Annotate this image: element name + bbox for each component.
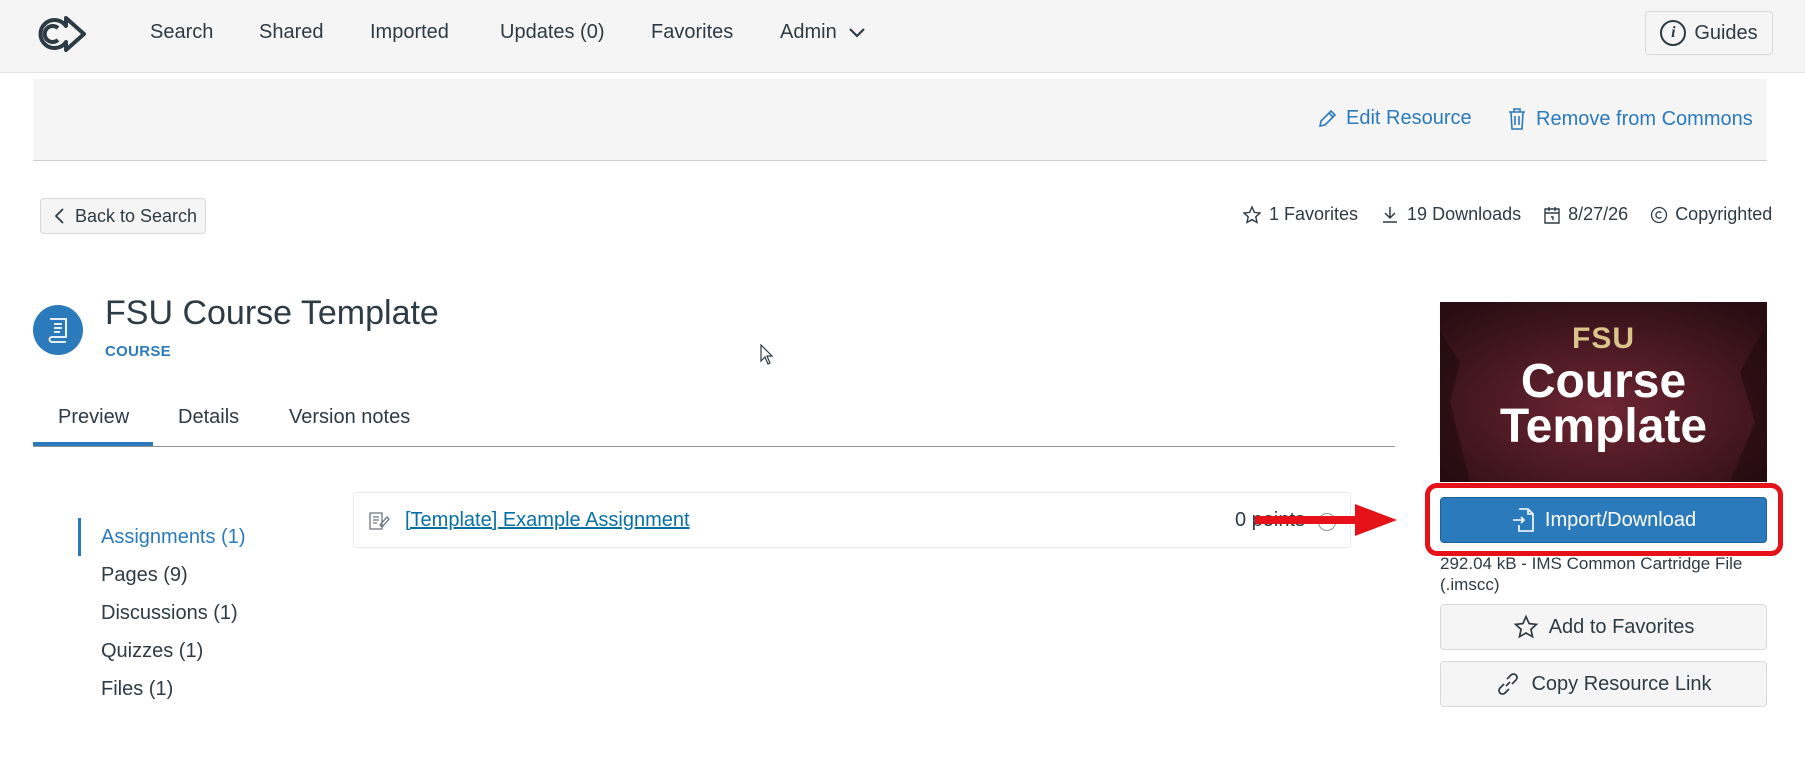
back-to-search-button[interactable]: Back to Search <box>40 198 206 234</box>
top-nav: Search Shared Imported Updates (0) Favor… <box>0 0 1805 73</box>
active-tab-indicator <box>33 442 153 446</box>
resource-type-label: COURSE <box>105 343 171 360</box>
page-title: FSU Course Template <box>105 294 439 332</box>
import-download-label: Import/Download <box>1544 508 1697 531</box>
nav-updates[interactable]: Updates (0) <box>500 20 605 44</box>
nav-shared[interactable]: Shared <box>259 20 324 44</box>
favorites-count: 1 Favorites <box>1269 204 1359 224</box>
calendar-icon <box>1544 206 1560 224</box>
download-icon <box>1383 206 1398 223</box>
info-icon: i <box>1660 20 1687 46</box>
star-icon <box>1513 614 1539 639</box>
back-to-search-label: Back to Search <box>75 205 198 226</box>
edit-resource-label: Edit Resource <box>1346 107 1472 129</box>
resource-tabs: Preview Details Version notes <box>33 396 1395 447</box>
admin-bar: Edit Resource Remove from Commons <box>33 79 1767 161</box>
resource-date: 8/27/26 <box>1568 204 1629 224</box>
remove-from-commons-link[interactable]: Remove from Commons <box>1506 107 1753 131</box>
nav-imported[interactable]: Imported <box>370 20 449 44</box>
sidebar-item-assignments[interactable]: Assignments (1) <box>101 526 246 549</box>
add-to-favorites-button[interactable]: Add to Favorites <box>1440 604 1767 650</box>
arrow-annotation-icon <box>1255 504 1397 536</box>
link-icon <box>1498 673 1519 695</box>
assignment-icon <box>369 512 390 530</box>
guides-button[interactable]: i Guides <box>1645 11 1773 55</box>
tab-version-notes[interactable]: Version notes <box>289 406 410 429</box>
remove-from-commons-label: Remove from Commons <box>1536 107 1753 130</box>
course-icon <box>33 305 83 355</box>
active-item-indicator <box>78 518 81 556</box>
nav-admin-label: Admin <box>780 21 837 43</box>
edit-resource-link[interactable]: Edit Resource <box>1316 107 1472 130</box>
commons-logo-icon[interactable] <box>36 12 88 56</box>
nav-favorites[interactable]: Favorites <box>651 20 733 44</box>
star-icon <box>1242 204 1262 224</box>
file-info: 292.04 kB - IMS Common Cartridge File (.… <box>1440 554 1743 594</box>
mouse-cursor-icon <box>760 344 774 365</box>
tab-preview[interactable]: Preview <box>58 406 129 429</box>
resource-thumbnail: FSU Course Template <box>1440 302 1767 482</box>
chevron-left-icon <box>54 208 64 224</box>
copy-resource-link-label: Copy Resource Link <box>1531 672 1712 695</box>
trash-icon <box>1509 108 1525 130</box>
sidebar-item-discussions[interactable]: Discussions (1) <box>101 602 238 625</box>
guides-label: Guides <box>1694 21 1758 44</box>
nav-search[interactable]: Search <box>150 20 213 44</box>
chevron-down-icon <box>849 27 866 38</box>
sidebar-item-quizzes[interactable]: Quizzes (1) <box>101 640 203 663</box>
downloads-count: 19 Downloads <box>1407 204 1522 224</box>
copy-resource-link-button[interactable]: Copy Resource Link <box>1440 661 1767 707</box>
sidebar-item-files[interactable]: Files (1) <box>101 678 173 701</box>
pencil-icon <box>1318 109 1337 127</box>
import-icon <box>1512 508 1534 532</box>
license-label: Copyrighted <box>1675 204 1773 224</box>
sidebar-item-pages[interactable]: Pages (9) <box>101 564 188 587</box>
copyright-icon <box>1651 206 1668 223</box>
import-download-button[interactable]: Import/Download <box>1440 497 1767 543</box>
thumbnail-fsu-text: FSU <box>1572 322 1635 355</box>
nav-admin[interactable]: Admin <box>780 20 866 44</box>
list-item: [Template] Example Assignment 0 points <box>353 492 1351 548</box>
thumbnail-template-text: Template <box>1499 400 1708 453</box>
tab-details[interactable]: Details <box>178 406 239 429</box>
resource-stats: 1 Favorites 19 Downloads 8/27/26 Copyrig… <box>1242 204 1772 225</box>
assignment-link[interactable]: [Template] Example Assignment <box>405 509 690 532</box>
add-to-favorites-label: Add to Favorites <box>1548 615 1695 638</box>
